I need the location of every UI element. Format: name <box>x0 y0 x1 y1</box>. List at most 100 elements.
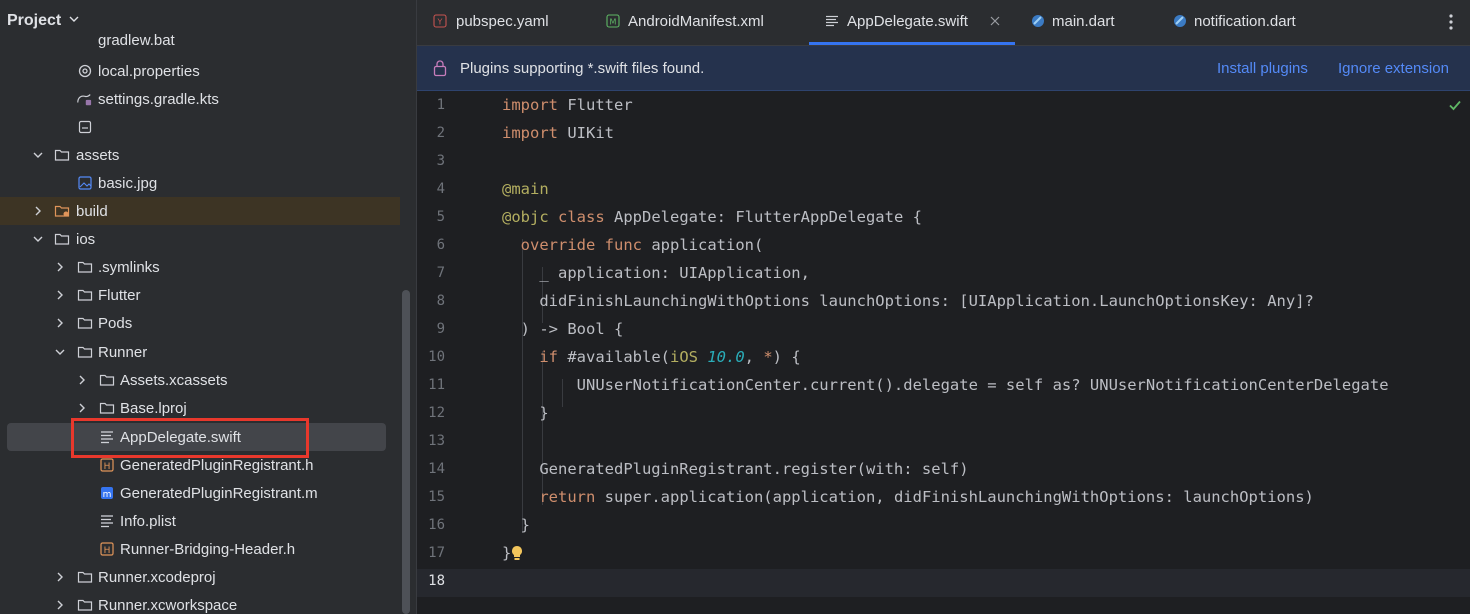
tree-item-gradlew[interactable]: gradlew.bat <box>0 28 400 56</box>
chevron-down-icon[interactable] <box>32 233 44 245</box>
tree-item-generated-plugin-registrant-h[interactable]: H GeneratedPluginRegistrant.h <box>0 451 400 479</box>
install-plugins-link[interactable]: Install plugins <box>1217 60 1308 77</box>
tree-item-label: .symlinks <box>98 259 160 276</box>
sidebar-scrollbar[interactable] <box>402 290 410 614</box>
tree-item-label: basic.jpg <box>98 175 158 192</box>
tree-item-settings-gradle[interactable]: settings.gradle.kts <box>0 85 400 113</box>
code-line: _ application: UIApplication, <box>502 264 810 282</box>
chevron-right-icon[interactable] <box>76 402 88 414</box>
line-number: 16 <box>428 517 445 533</box>
chevron-right-icon[interactable] <box>54 599 66 611</box>
folder-excluded-icon <box>54 205 70 217</box>
tree-item-label: Pods <box>98 315 133 332</box>
line-number: 10 <box>428 349 445 365</box>
dart-icon <box>1174 15 1186 27</box>
text-file-icon <box>826 15 838 27</box>
tab-main-dart[interactable]: main.dart <box>1031 0 1161 44</box>
tab-label: main.dart <box>1052 13 1115 30</box>
tree-item-pods[interactable]: Pods <box>0 309 400 337</box>
svg-text:Y: Y <box>437 18 443 27</box>
line-number: 3 <box>436 153 445 169</box>
chevron-down-icon[interactable] <box>68 13 80 25</box>
editor-area: Y pubspec.yaml M AndroidManifest.xml App… <box>417 0 1470 614</box>
tree-item-label: Base.lproj <box>120 400 187 417</box>
tree-item-label: local.properties <box>98 63 200 80</box>
tab-androidmanifest-xml[interactable]: M AndroidManifest.xml <box>606 0 816 44</box>
plugin-banner: Plugins supporting *.swift files found. … <box>417 46 1470 91</box>
chevron-right-icon[interactable] <box>54 289 66 301</box>
tree-item-flutter[interactable]: Flutter <box>0 281 400 309</box>
tree-item-label: Runner <box>98 344 148 361</box>
line-number: 13 <box>428 433 445 449</box>
code-line: override func application( <box>520 236 764 254</box>
tree-item-label: ios <box>76 231 96 248</box>
chevron-right-icon[interactable] <box>54 317 66 329</box>
chevron-right-icon[interactable] <box>54 571 66 583</box>
tree-item-label: Info.plist <box>120 513 176 530</box>
tree-item-generated-plugin-registrant-m[interactable]: m GeneratedPluginRegistrant.m <box>0 479 400 507</box>
line-number-current: 18 <box>428 573 445 589</box>
tree-item-local-properties[interactable]: local.properties <box>0 57 400 85</box>
more-options-icon[interactable] <box>1448 12 1454 32</box>
folder-icon <box>77 571 93 583</box>
code-line: import UIKit <box>502 124 614 142</box>
folder-icon <box>77 599 93 611</box>
tree-item-unnamed-file[interactable] <box>0 113 400 141</box>
tree-item-runner-xcodeproj[interactable]: Runner.xcodeproj <box>0 563 400 591</box>
editor-tabs: Y pubspec.yaml M AndroidManifest.xml App… <box>417 0 1470 46</box>
gear-icon <box>78 64 92 78</box>
line-number: 17 <box>428 545 445 561</box>
tree-item-label: gradlew.bat <box>98 32 175 49</box>
chevron-right-icon[interactable] <box>54 261 66 273</box>
tab-label: AppDelegate.swift <box>847 13 968 30</box>
folder-icon <box>77 289 93 301</box>
tree-item-base-lproj[interactable]: Base.lproj <box>0 394 400 422</box>
close-icon[interactable] <box>990 16 1000 26</box>
tab-label: notification.dart <box>1194 13 1296 30</box>
tree-item-label: Runner.xcodeproj <box>98 569 216 586</box>
project-panel: Project gradlew.bat local.properties set… <box>0 0 416 614</box>
chevron-right-icon[interactable] <box>32 205 44 217</box>
tree-item-build[interactable]: build <box>0 197 400 225</box>
tree-item-runner-xcworkspace[interactable]: Runner.xcworkspace <box>0 591 400 614</box>
line-number: 7 <box>436 265 445 281</box>
folder-icon <box>77 317 93 329</box>
tree-item-assets[interactable]: assets <box>0 141 400 169</box>
checkmark-icon[interactable] <box>1448 98 1462 112</box>
chevron-right-icon[interactable] <box>76 374 88 386</box>
line-number: 9 <box>436 321 445 337</box>
chevron-down-icon[interactable] <box>32 149 44 161</box>
tree-item-label: Assets.xcassets <box>120 372 228 389</box>
tree-item-label: AppDelegate.swift <box>120 429 241 446</box>
line-number: 11 <box>428 377 445 393</box>
svg-text:m: m <box>103 490 112 500</box>
tree-item-symlinks[interactable]: .symlinks <box>0 253 400 281</box>
tree-item-assets-xcassets[interactable]: Assets.xcassets <box>0 366 400 394</box>
tab-pubspec-yaml[interactable]: Y pubspec.yaml <box>433 0 603 44</box>
tree-item-info-plist[interactable]: Info.plist <box>0 507 400 535</box>
line-number: 1 <box>436 97 445 113</box>
line-number: 12 <box>428 405 445 421</box>
header-file-icon: H <box>100 542 114 556</box>
chevron-down-icon[interactable] <box>54 346 66 358</box>
line-number: 6 <box>436 237 445 253</box>
ignore-extension-link[interactable]: Ignore extension <box>1338 60 1449 77</box>
tree-item-runner-bridging-header[interactable]: H Runner-Bridging-Header.h <box>0 535 400 563</box>
code-line: import Flutter <box>502 96 633 114</box>
tree-item-appdelegate-swift[interactable]: AppDelegate.swift <box>7 423 386 451</box>
tree-item-basic-jpg[interactable]: basic.jpg <box>0 169 400 197</box>
folder-icon <box>99 374 115 386</box>
yaml-icon: Y <box>433 14 447 28</box>
tree-item-runner[interactable]: Runner <box>0 338 400 366</box>
code-line: } <box>502 516 530 534</box>
tab-label: pubspec.yaml <box>456 13 549 30</box>
tab-appdelegate-swift[interactable]: AppDelegate.swift <box>809 0 1015 45</box>
tree-item-label: settings.gradle.kts <box>98 91 219 108</box>
tree-item-ios[interactable]: ios <box>0 225 400 253</box>
folder-icon <box>99 402 115 414</box>
tree-item-label: assets <box>76 147 120 164</box>
lightbulb-icon[interactable] <box>511 545 523 561</box>
tab-notification-dart[interactable]: notification.dart <box>1173 0 1343 44</box>
text-file-icon <box>78 120 92 134</box>
folder-icon <box>77 261 93 273</box>
